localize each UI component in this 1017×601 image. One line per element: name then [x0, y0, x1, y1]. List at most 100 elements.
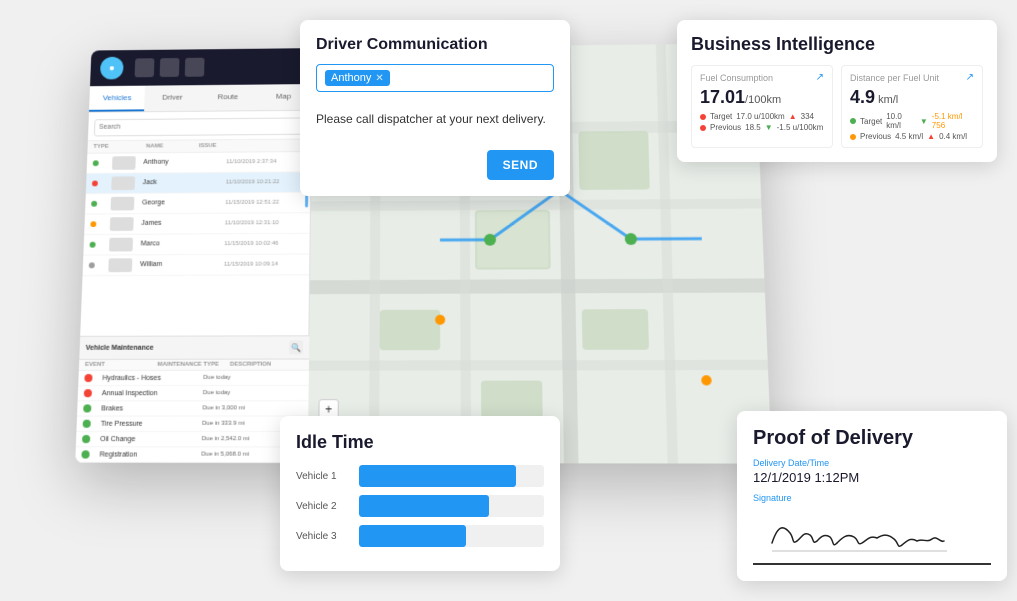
vehicle-name-5: William [140, 261, 222, 268]
bar-row-2: Vehicle 3 [296, 525, 544, 547]
bar-label-2: Vehicle 3 [296, 531, 351, 542]
nav-icon-1[interactable] [135, 58, 155, 77]
fuel-prev-arrow: ▼ [765, 123, 773, 132]
maint-type-1: Annual Inspection [102, 390, 201, 397]
bar-fill-0 [359, 465, 516, 487]
sidebar-search-area [88, 111, 311, 141]
maint-row-3[interactable]: Tire Pressure Due in 333.9 mi [76, 417, 308, 432]
truck-icon-0 [112, 156, 136, 170]
fuel-target-value: 17.0 u/100km [736, 112, 784, 121]
bi-fuel-value: 17.01/100km [700, 87, 824, 108]
tab-driver[interactable]: Driver [144, 85, 200, 111]
dist-target-value: 10.0 km/l [886, 112, 916, 130]
fuel-prev-dot [700, 125, 706, 131]
tag-close-icon[interactable]: ✕ [375, 73, 383, 84]
pod-sig-label: Signature [753, 493, 991, 503]
fuel-prev-value: 18.5 [745, 123, 761, 132]
maint-col-event: Event [85, 362, 158, 368]
maint-status-1 [84, 389, 92, 397]
recipient-tag-label: Anthony [331, 72, 371, 84]
vehicle-time-1: 11/10/2019 10:21:22 [226, 179, 305, 185]
maint-type-0: Hydraulics - Hoses [102, 374, 201, 381]
idle-card: Idle Time Vehicle 1 Vehicle 2 Vehicle 3 [280, 416, 560, 571]
dist-prev-value: 4.5 km/l [895, 132, 923, 141]
vehicle-time-4: 11/15/2019 10:02:46 [224, 240, 303, 246]
pod-date-value: 12/1/2019 1:12PM [753, 470, 991, 485]
vehicle-time-2: 11/15/2019 12:51:22 [225, 199, 304, 205]
bi-dist-trend-icon: ↗ [966, 72, 974, 83]
bar-label-0: Vehicle 1 [296, 471, 351, 482]
vehicle-row-3[interactable]: James 11/10/2019 12:31:10 [84, 213, 310, 235]
maint-row-4[interactable]: Oil Change Due in 2,542.0 mi [76, 432, 308, 448]
pod-signature-area [753, 507, 991, 565]
bi-fuel-trend-icon: ↗ [816, 72, 824, 83]
maint-status-5 [81, 450, 89, 458]
bi-metrics: Fuel Consumption ↗ 17.01/100km Target 17… [691, 65, 983, 148]
maint-type-3: Tire Pressure [101, 420, 201, 427]
dist-prev-dot [850, 134, 856, 140]
nav-icon-2[interactable] [160, 58, 180, 77]
vehicle-row-0[interactable]: Anthony 11/10/2019 2:37:34 [87, 152, 311, 174]
status-dot-0 [93, 160, 99, 166]
maintenance-cols: Event Maintenance Type Description [79, 360, 309, 371]
bi-dist-label: Distance per Fuel Unit ↗ [850, 72, 974, 83]
bar-track-1 [359, 495, 544, 517]
truck-icon-3 [110, 217, 134, 231]
nav-icon-3[interactable] [185, 58, 205, 77]
sidebar: ● Vehicles Driver Route Map Type Name I [75, 48, 313, 463]
vehicle-name-3: James [141, 220, 223, 227]
sidebar-header: ● [90, 48, 312, 86]
status-dot-1 [92, 180, 98, 186]
tab-route[interactable]: Route [200, 85, 256, 111]
maint-col-type: Maintenance Type [157, 362, 230, 368]
col-name: Name [146, 143, 199, 149]
recipient-input[interactable]: Anthony ✕ [316, 64, 554, 92]
vehicle-time-5: 11/15/2019 10:09:14 [224, 261, 303, 267]
bi-dist-rows: Target 10.0 km/l ▼ -5.1 km/l 756 Previou… [850, 112, 974, 141]
vehicle-row-5[interactable]: William 11/15/2019 10:09:14 [83, 254, 310, 276]
maint-row-0[interactable]: Hydraulics - Hoses Due today [78, 371, 309, 386]
dist-prev-label: Previous [860, 132, 891, 141]
bi-title: Business Intelligence [691, 34, 983, 55]
maintenance-title: Vehicle Maintenance [86, 344, 154, 351]
fuel-target-arrow: ▲ [789, 112, 797, 121]
maint-desc-1: Due today [203, 390, 303, 396]
maint-status-2 [83, 404, 91, 412]
status-dot-2 [91, 200, 97, 206]
tab-vehicles[interactable]: Vehicles [89, 86, 145, 112]
bi-dist-value: 4.9 km/l [850, 87, 974, 108]
dist-prev-extra: 0.4 km/l [939, 132, 967, 141]
maint-row-1[interactable]: Annual Inspection Due today [78, 386, 309, 401]
vehicle-name-2: George [142, 199, 224, 206]
bi-metric-fuel: Fuel Consumption ↗ 17.01/100km Target 17… [691, 65, 833, 148]
bar-row-1: Vehicle 2 [296, 495, 544, 517]
maint-status-4 [82, 435, 90, 443]
maint-row-5[interactable]: Registration Due in 5,068.0 mi [75, 447, 308, 463]
sidebar-logo: ● [100, 57, 124, 80]
col-type: Type [93, 143, 146, 149]
driver-comm-title: Driver Communication [316, 36, 554, 54]
maint-type-5: Registration [99, 451, 199, 458]
status-dot-5 [89, 262, 95, 268]
maintenance-search-icon[interactable]: 🔍 [289, 340, 303, 354]
pod-card: Proof of Delivery Delivery Date/Time 12/… [737, 411, 1007, 581]
pod-date-label: Delivery Date/Time [753, 458, 991, 468]
message-text: Please call dispatcher at your next deli… [316, 102, 554, 142]
bi-card: Business Intelligence Fuel Consumption ↗… [677, 20, 997, 162]
maint-type-2: Brakes [101, 405, 200, 412]
send-button[interactable]: SEND [487, 150, 554, 180]
maint-row-2[interactable]: Brakes Due in 3,000 mi [77, 401, 308, 416]
truck-icon-1 [111, 176, 135, 190]
vehicle-time-0: 11/10/2019 2:37:34 [226, 158, 305, 164]
pod-title: Proof of Delivery [753, 427, 991, 450]
vehicle-row-2[interactable]: George 11/15/2019 12:51:22 [85, 192, 310, 214]
bar-track-0 [359, 465, 544, 487]
recipient-tag: Anthony ✕ [325, 70, 390, 86]
truck-icon-4 [109, 237, 133, 251]
vehicle-row-1[interactable]: Jack 11/10/2019 10:21:22 [86, 172, 311, 194]
vehicle-row-4[interactable]: Marco 11/15/2019 10:02:46 [83, 233, 309, 255]
truck-icon-2 [111, 196, 135, 210]
status-dot-3 [90, 221, 96, 227]
search-input[interactable] [94, 117, 305, 136]
maint-status-3 [83, 420, 91, 428]
